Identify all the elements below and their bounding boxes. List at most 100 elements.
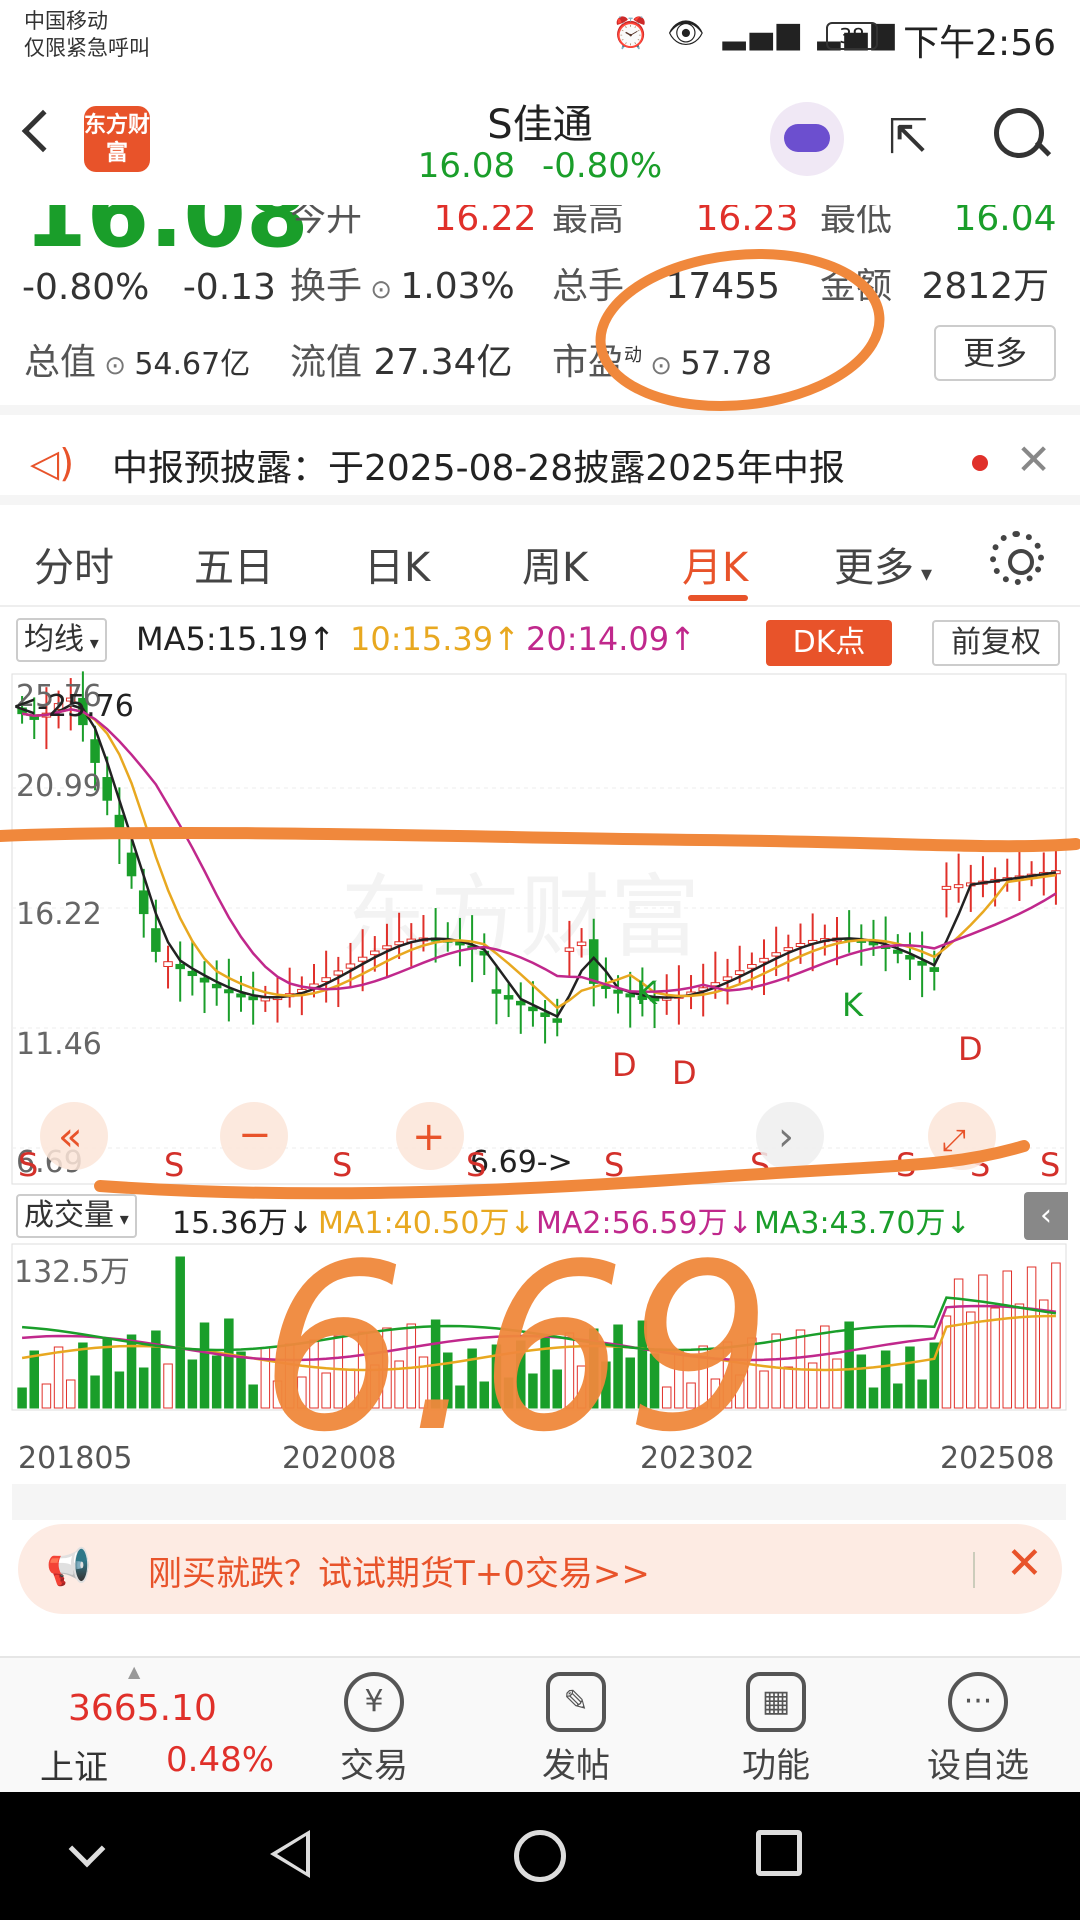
yen-icon: ¥ — [344, 1672, 404, 1732]
volume-select[interactable]: 成交量 ▾ — [16, 1194, 137, 1238]
kline-chart[interactable]: 东方财富 25.76 20.99 16.22 11.46 6.69 <-25.7… — [0, 668, 1080, 1520]
volume-bar — [990, 1307, 1000, 1409]
system-recents-icon[interactable] — [756, 1830, 802, 1876]
volume-bar — [224, 1318, 234, 1409]
candle-body — [138, 890, 149, 915]
candle-body — [564, 947, 575, 952]
change-abs: -0.13 — [182, 267, 276, 308]
candle-body — [199, 977, 210, 983]
clock: 下午2:56 — [903, 23, 1056, 64]
volume-bar — [844, 1321, 854, 1409]
nav-functions[interactable]: ▦ 功能 — [716, 1672, 836, 1787]
volume-bar — [78, 1342, 88, 1409]
volume-bar — [917, 1379, 927, 1409]
tab-intraday[interactable]: 分时 — [34, 535, 114, 593]
signal-marker: S — [18, 1146, 38, 1184]
amount-value: 2812万 — [921, 266, 1050, 307]
assistant-robot-icon[interactable] — [770, 102, 844, 176]
system-home-icon[interactable] — [514, 1830, 566, 1882]
notice-text[interactable]: 中报预披露：于2025-08-28披露2025年中报 — [112, 439, 845, 491]
candle-body — [345, 963, 356, 969]
candle-body — [126, 852, 137, 877]
volume-bar — [856, 1354, 867, 1409]
axis-label-4: 11.46 — [16, 1027, 102, 1062]
ad-banner[interactable]: 📢 刚买就跌？试试期货T+0交易>> ✕ — [18, 1524, 1062, 1614]
double-left-icon: « — [58, 1114, 82, 1160]
candle-body — [211, 983, 222, 989]
minus-icon: − — [238, 1112, 272, 1158]
close-icon[interactable]: ✕ — [1016, 435, 1051, 484]
nav-post[interactable]: ✎ 发帖 — [516, 1672, 636, 1787]
nav-trade[interactable]: ¥ 交易 — [314, 1672, 434, 1787]
notice-bar[interactable]: ◁) 中报预披露：于2025-08-28披露2025年中报 ✕ — [0, 405, 1080, 505]
candle-body — [941, 885, 952, 890]
candle-body — [747, 963, 757, 969]
signal-marker: D — [958, 1030, 983, 1068]
carrier-status: 仅限紧急呼叫 — [24, 36, 150, 60]
volume-bar — [1002, 1270, 1013, 1409]
open-label: 今开 — [290, 205, 363, 239]
tab-more[interactable]: 更多 ▾ — [834, 535, 932, 593]
volume-bar — [138, 1367, 149, 1409]
high-value: 16.23 — [695, 205, 799, 239]
vol-ma2: MA2:56.59万↓ — [536, 1206, 753, 1241]
candle-body — [953, 884, 964, 889]
candle-body — [236, 993, 246, 998]
share-icon[interactable]: ⇱ — [888, 110, 942, 164]
signal-marker: D — [672, 1054, 697, 1092]
tab-monthly-k[interactable]: 月K — [682, 535, 748, 593]
hide-nav-icon[interactable] — [68, 1830, 106, 1868]
ad-text[interactable]: 刚买就跌？试试期货T+0交易>> — [148, 1546, 650, 1595]
float-value: 27.34亿 — [373, 342, 513, 383]
axis-label-2: 20.99 — [16, 769, 102, 804]
volume-bar — [41, 1383, 52, 1409]
tab-weekly-k[interactable]: 周K — [522, 535, 588, 593]
candle-body — [382, 945, 392, 950]
volume-bar — [1026, 1266, 1037, 1409]
edit-icon: ✎ — [546, 1672, 606, 1732]
index-value[interactable]: 3665.10 — [68, 1688, 217, 1729]
big-price: 16.08 — [24, 205, 309, 268]
tab-five-day[interactable]: 五日 — [194, 535, 274, 593]
volume-value: 15.36万↓ — [172, 1206, 314, 1241]
volume-bar — [102, 1338, 112, 1409]
signal-marker: S — [466, 1146, 486, 1184]
dk-button[interactable]: DK点 — [766, 620, 892, 666]
volume-bar — [978, 1274, 988, 1409]
system-back-icon[interactable] — [270, 1830, 310, 1878]
volume-bar — [893, 1383, 903, 1409]
search-icon[interactable] — [994, 108, 1048, 162]
tab-daily-k[interactable]: 日K — [364, 535, 430, 593]
volume-bar — [90, 1375, 100, 1409]
candle-body — [540, 1012, 550, 1017]
high-label: 最高 — [552, 205, 625, 239]
ad-divider — [973, 1552, 975, 1588]
candle-body — [90, 739, 100, 763]
max-marker: <-25.76 — [12, 689, 134, 724]
close-icon[interactable]: ✕ — [1006, 1538, 1043, 1589]
more-dots-icon: ··· — [948, 1672, 1008, 1732]
signal-marker: K — [842, 986, 864, 1024]
expand-arrow-icon[interactable]: ▲ — [128, 1662, 140, 1681]
volume-bar — [1014, 1303, 1025, 1409]
low-label: 最低 — [820, 205, 893, 239]
more-button[interactable]: 更多 — [934, 325, 1056, 381]
ma5-value: MA5:15.19↑ — [136, 620, 336, 658]
total-value-label: 总值 — [24, 342, 97, 383]
speaker-icon: ◁) — [30, 441, 75, 485]
candle-body — [771, 952, 781, 957]
collapse-chevron-icon[interactable]: ‹ — [1024, 1192, 1068, 1240]
volume-bar — [199, 1322, 210, 1409]
ma-select[interactable]: 均线 ▾ — [16, 618, 107, 662]
candle-body — [151, 928, 161, 952]
adjust-button[interactable]: 前复权 — [932, 620, 1060, 666]
chart-tabs: 分时 五日 日K 周K 月K 更多 ▾ — [0, 515, 1080, 607]
ma20-value: 20:14.09↑ — [526, 620, 696, 658]
index-pct[interactable]: 0.48% — [166, 1740, 274, 1780]
nav-add-watchlist[interactable]: ··· 设自选 — [918, 1672, 1038, 1787]
system-nav-bar — [0, 1792, 1080, 1920]
gear-icon[interactable] — [990, 531, 1044, 585]
vol-ma1: MA1:40.50万↓ — [318, 1206, 535, 1241]
bottom-nav: ▲ 3665.10 上证 0.48% ¥ 交易 ✎ 发帖 ▦ 功能 ··· 设自… — [0, 1656, 1080, 1792]
index-name[interactable]: 上证 — [40, 1740, 108, 1789]
